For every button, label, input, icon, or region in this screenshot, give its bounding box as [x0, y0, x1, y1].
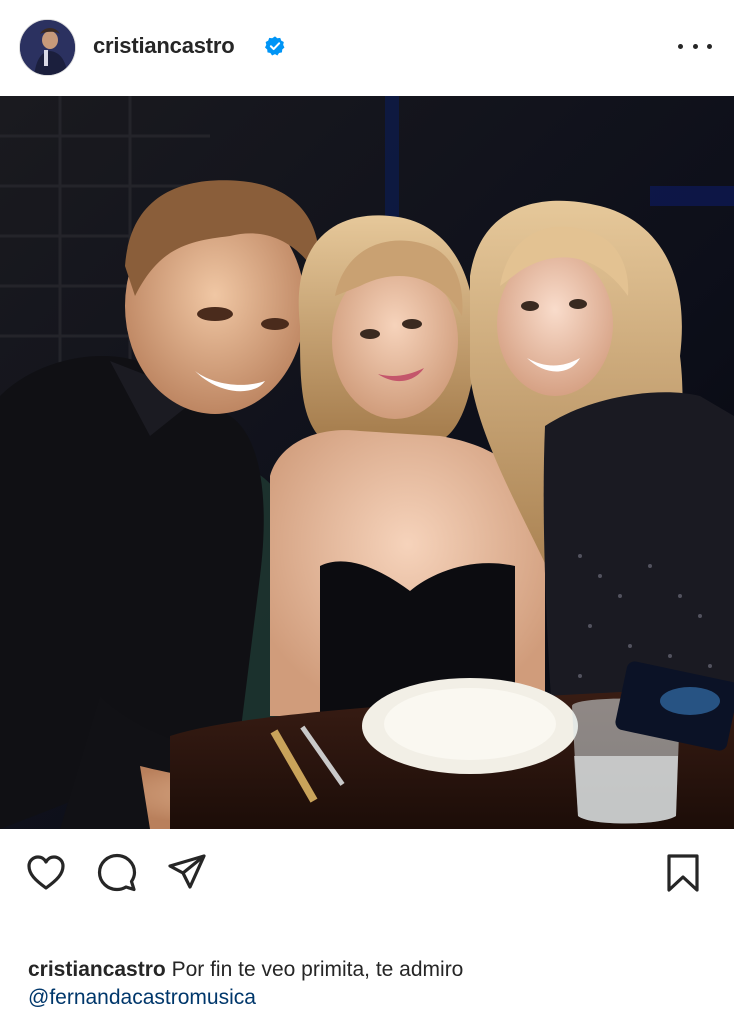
caption-mention-link[interactable]: @fernandacastromusica — [28, 984, 256, 1012]
comment-icon[interactable] — [96, 852, 138, 894]
more-dot — [692, 43, 698, 49]
profile-avatar[interactable] — [19, 19, 76, 76]
caption-username[interactable]: cristiancastro — [28, 958, 166, 981]
more-dot — [707, 43, 712, 49]
heart-icon[interactable] — [25, 852, 67, 894]
verified-badge-icon — [265, 36, 285, 56]
more-dot — [678, 43, 683, 49]
post-caption: cristiancastro Por fin te veo primita, t… — [28, 956, 718, 984]
share-icon[interactable] — [166, 852, 208, 894]
bookmark-icon[interactable] — [662, 852, 704, 894]
post-photo[interactable] — [0, 96, 734, 829]
more-options-icon[interactable] — [678, 34, 712, 58]
post-header: cristiancastro — [0, 0, 734, 96]
caption-text: Por fin te veo primita, te admiro — [171, 958, 464, 981]
header-username[interactable]: cristiancastro — [93, 33, 235, 59]
